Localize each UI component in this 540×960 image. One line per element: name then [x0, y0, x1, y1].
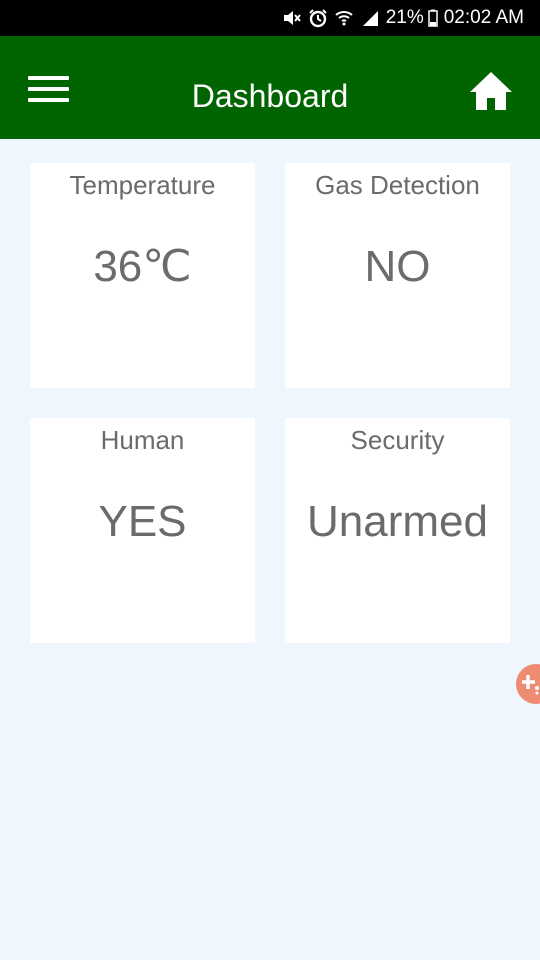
- mute-icon: [282, 9, 302, 27]
- page-title: Dashboard: [191, 78, 349, 114]
- card-label: Temperature: [69, 170, 216, 200]
- card-temperature[interactable]: Temperature 36℃: [30, 163, 255, 388]
- status-icons: [282, 8, 380, 28]
- status-time: 02:02 AM: [443, 7, 524, 28]
- alarm-icon: [308, 8, 328, 28]
- floating-action-button[interactable]: [516, 664, 540, 704]
- add-icon: [522, 675, 539, 695]
- card-human[interactable]: Human YES: [30, 418, 255, 643]
- battery-icon: [427, 9, 438, 27]
- card-label: Human: [100, 425, 185, 455]
- menu-icon[interactable]: [28, 76, 70, 106]
- card-gas-detection[interactable]: Gas Detection NO: [285, 163, 510, 388]
- status-bar: 21% 02:02 AM: [0, 0, 540, 36]
- card-label: Security: [350, 425, 445, 455]
- card-value: YES: [98, 497, 187, 546]
- battery-percent: 21%: [385, 7, 424, 28]
- card-label: Gas Detection: [315, 170, 480, 200]
- home-icon[interactable]: [468, 70, 514, 112]
- card-value: 36℃: [93, 242, 192, 291]
- signal-icon: [360, 9, 380, 27]
- card-value: NO: [364, 242, 431, 291]
- wifi-icon: [334, 9, 354, 27]
- card-security[interactable]: Security Unarmed: [285, 418, 510, 643]
- card-value: Unarmed: [307, 497, 488, 546]
- app-bar: Dashboard: [0, 36, 540, 139]
